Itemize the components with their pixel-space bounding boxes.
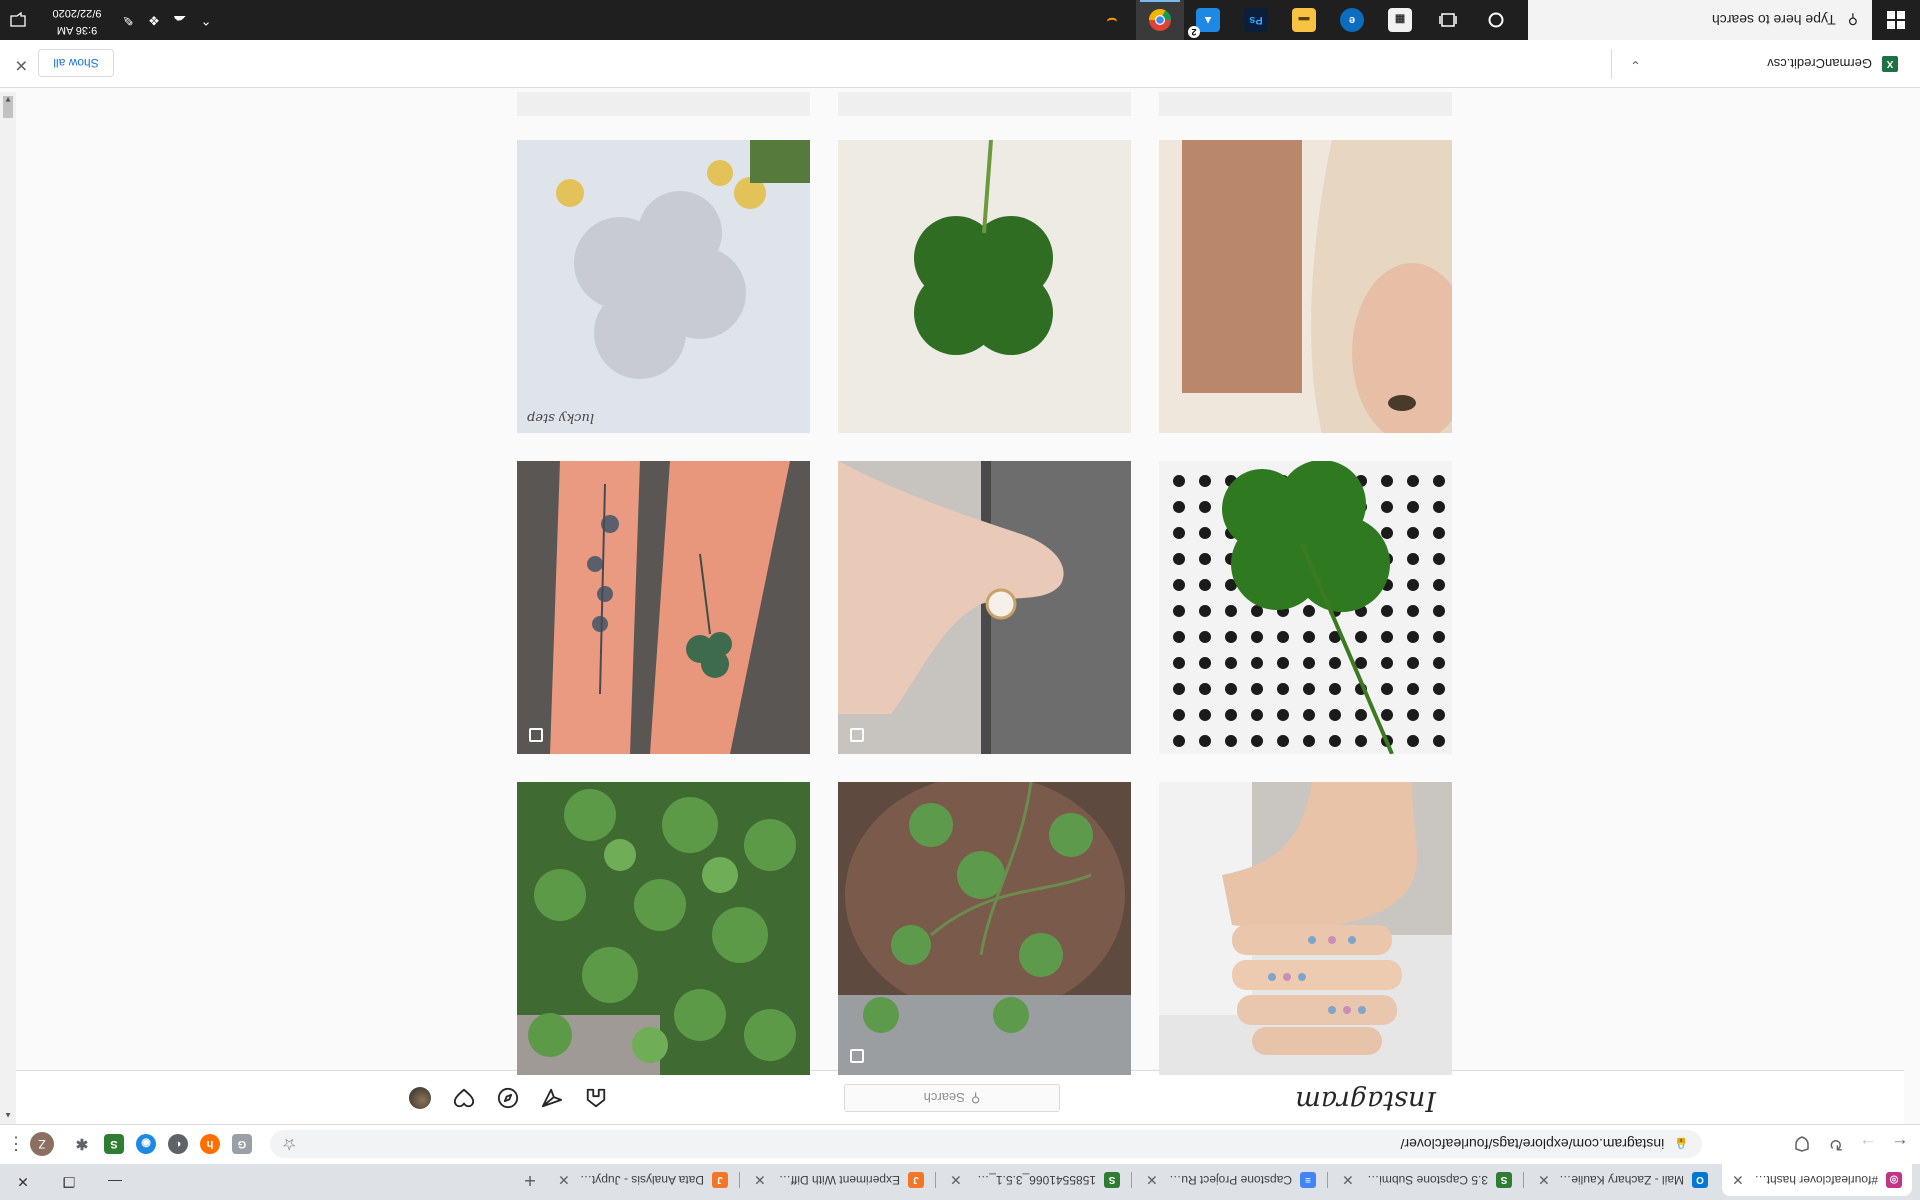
taskbar: ⚲ Type here to search ▦ e ▬ Ps ▲ 2 ⌣ ⌃ ☁ … bbox=[0, 0, 1920, 40]
post-tile[interactable] bbox=[517, 782, 810, 1075]
post-tile[interactable]: lucky step bbox=[517, 140, 810, 433]
post-tile-partial[interactable] bbox=[1159, 92, 1452, 116]
store-app-icon: ▦ bbox=[1388, 8, 1412, 32]
onedrive-icon[interactable]: ☁ bbox=[168, 0, 192, 40]
chevron-up-icon[interactable]: ⌃ bbox=[194, 0, 218, 40]
close-downloads-icon[interactable]: ✕ bbox=[15, 55, 28, 75]
clock-date: 9/22/2020 bbox=[52, 7, 102, 19]
search-icon: ⚲ bbox=[1847, 12, 1858, 29]
task-view-icon[interactable] bbox=[1424, 0, 1472, 40]
post-image-clover-patch bbox=[517, 782, 810, 1075]
downloads-bar: X GermanCredit.csv ⌄ Show all ✕ bbox=[0, 40, 1920, 88]
taskbar-search-placeholder: Type here to search bbox=[1711, 12, 1836, 28]
action-center-icon[interactable] bbox=[0, 0, 36, 40]
carousel-icon bbox=[850, 728, 864, 742]
post-tile[interactable] bbox=[1159, 782, 1452, 1075]
edge-app-icon: e bbox=[1340, 8, 1364, 32]
notification-badge: 2 bbox=[1188, 26, 1200, 38]
post-tile[interactable] bbox=[838, 782, 1131, 1075]
store-icon[interactable]: ▦ bbox=[1376, 0, 1424, 40]
pen-icon[interactable]: ✎ bbox=[116, 0, 140, 40]
scroll-down-icon[interactable]: ▼ bbox=[0, 92, 16, 108]
post-image-selfie bbox=[1159, 140, 1452, 433]
cortana-icon[interactable] bbox=[1472, 0, 1520, 40]
excel-file-icon: X bbox=[1882, 56, 1898, 72]
post-image-clover-white bbox=[838, 140, 1131, 433]
show-all-button[interactable]: Show all bbox=[38, 49, 114, 77]
photos-icon[interactable]: ▲ 2 bbox=[1184, 0, 1232, 40]
photoshop-icon[interactable]: Ps bbox=[1232, 0, 1280, 40]
windows-icon bbox=[1887, 11, 1905, 29]
file-explorer-icon[interactable]: ▬ bbox=[1280, 0, 1328, 40]
post-image-clover-ring bbox=[838, 461, 1131, 754]
photos-app-icon: ▲ 2 bbox=[1188, 8, 1220, 38]
edge-icon[interactable]: e bbox=[1328, 0, 1376, 40]
post-tile[interactable] bbox=[838, 140, 1131, 433]
post-caption: lucky step bbox=[527, 410, 595, 425]
post-tile-partial[interactable] bbox=[838, 92, 1131, 116]
page-scrollbar[interactable]: ▲ ▼ bbox=[0, 92, 16, 1124]
clock-time: 9:36 AM bbox=[56, 24, 98, 36]
download-file-name: GermanCredit.csv bbox=[1767, 56, 1872, 72]
post-image-clover-tattoo bbox=[517, 461, 810, 754]
carousel-icon bbox=[850, 1049, 864, 1063]
post-tile-partial[interactable] bbox=[517, 92, 810, 116]
post-image-clover-pot bbox=[838, 782, 1131, 1075]
post-tile[interactable] bbox=[1159, 140, 1452, 433]
screen: ◎ #fourleafclover hashtag on Insta ✕ O M… bbox=[0, 0, 1920, 1200]
start-button[interactable] bbox=[1872, 0, 1920, 40]
amazon-app-icon: ⌣ bbox=[1106, 12, 1118, 29]
post-tile[interactable] bbox=[838, 461, 1131, 754]
chrome-icon[interactable] bbox=[1136, 0, 1184, 40]
post-tile[interactable] bbox=[1159, 461, 1452, 754]
download-item[interactable]: X GermanCredit.csv ⌄ bbox=[1612, 41, 1912, 87]
post-image-clover-polka-dots bbox=[1159, 461, 1452, 754]
folder-icon: ▬ bbox=[1292, 8, 1316, 32]
scroll-up-icon[interactable]: ▲ bbox=[0, 1108, 16, 1124]
carousel-icon bbox=[529, 728, 543, 742]
post-image-glass-clover bbox=[517, 140, 810, 433]
post-tile[interactable] bbox=[517, 461, 810, 754]
chevron-down-icon[interactable]: ⌄ bbox=[1630, 57, 1641, 73]
clock[interactable]: 9:36 AM 9/22/2020 bbox=[42, 2, 112, 38]
dropbox-icon[interactable]: ❖ bbox=[142, 0, 166, 40]
divider bbox=[1611, 49, 1612, 79]
ps-app-icon: Ps bbox=[1244, 8, 1268, 32]
post-grid: lucky step bbox=[0, 0, 1920, 1200]
amazon-icon[interactable]: ⌣ bbox=[1088, 0, 1136, 40]
taskbar-search-box[interactable]: ⚲ Type here to search bbox=[1528, 0, 1872, 40]
post-image-hand-jewelry bbox=[1159, 782, 1452, 1075]
